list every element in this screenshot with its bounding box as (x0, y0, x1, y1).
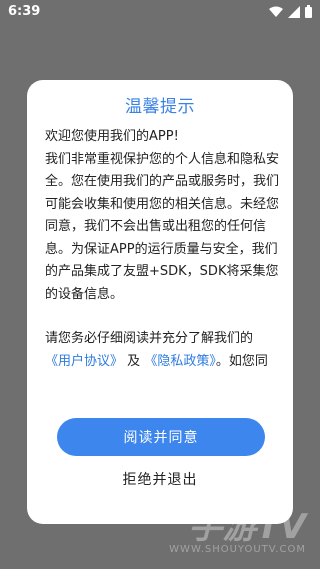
welcome-text: 欢迎您使用我们的APP! (45, 129, 179, 144)
decline-button[interactable]: 拒绝并退出 (27, 466, 293, 494)
user-agreement-link[interactable]: 《用户协议》 (45, 354, 123, 369)
agreement-tail-text: 。如您同 (215, 353, 268, 369)
signal-icon (288, 5, 300, 18)
agreement-intro-text: 请您务必仔细阅读并充分了解我们的 (45, 331, 254, 346)
status-time: 6:39 (8, 4, 41, 19)
battery-icon (305, 5, 312, 18)
accept-button[interactable]: 阅读并同意 (57, 418, 265, 456)
agreement-links-line: 《用户协议》 及 《隐私政策》。如您同 (45, 351, 279, 374)
privacy-dialog: 温馨提示 欢迎您使用我们的APP! 我们非常重视保护您的个人信息和隐私安全。您在… (27, 80, 293, 524)
watermark-url: WWW.SHOUYOUTV.COM (169, 544, 306, 555)
conjunction-text: 及 (127, 353, 141, 369)
privacy-notice-text: 我们非常重视保护您的个人信息和隐私安全。您在使用我们的产品或服务时，我们可能会收… (45, 151, 280, 302)
status-bar: 6:39 (0, 0, 320, 24)
status-icons (269, 5, 312, 18)
wifi-icon (269, 6, 283, 18)
dialog-title: 温馨提示 (125, 97, 195, 117)
dialog-body: 欢迎您使用我们的APP! 我们非常重视保护您的个人信息和隐私安全。您在使用我们的… (45, 126, 279, 373)
privacy-policy-link[interactable]: 《隐私政策》 (144, 354, 216, 369)
watermark-logo: 手游TV (188, 507, 306, 547)
watermark: 手游TV WWW.SHOUYOUTV.COM (169, 510, 306, 555)
